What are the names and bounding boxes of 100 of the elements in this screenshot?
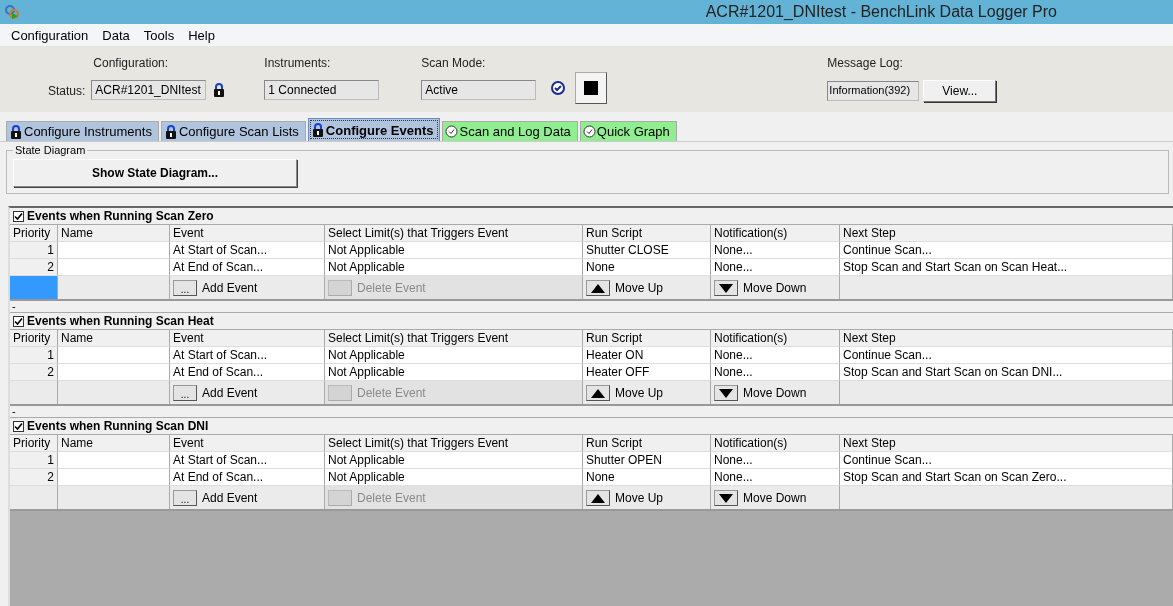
table-cell: Not Applicable [325, 469, 583, 486]
column-header: Next Step [840, 330, 1173, 347]
column-header: Run Script [583, 225, 711, 242]
instruments-field: 1 Connected [264, 80, 380, 100]
move-up-label: Move Up [615, 490, 664, 505]
move-up-button[interactable] [586, 489, 610, 506]
table-cell: Stop Scan and Start Scan on Scan Zero... [840, 469, 1173, 486]
table-cell: At End of Scan... [170, 364, 325, 381]
table-cell: Continue Scan... [840, 347, 1173, 364]
column-header: Select Limit(s) that Triggers Event [325, 330, 583, 347]
move-down-label: Move Down [743, 490, 807, 505]
table-cell: Not Applicable [325, 347, 583, 364]
column-header: Name [58, 435, 170, 452]
table-cell: Shutter OPEN [583, 452, 711, 469]
row-header: 1 [10, 452, 58, 469]
stop-button[interactable] [575, 72, 608, 104]
table-cell: At End of Scan... [170, 469, 325, 486]
table-cell: Heater OFF [583, 364, 711, 381]
move-up-button[interactable] [586, 384, 610, 401]
move-down-button[interactable] [714, 384, 738, 401]
row-header: 2 [10, 469, 58, 486]
table-cell: None... [711, 259, 840, 276]
up-triangle-icon [591, 493, 605, 503]
view-button[interactable]: View... [923, 80, 997, 102]
down-triangle-icon [719, 493, 733, 503]
delete-event-label: Delete Event [357, 385, 426, 400]
window-title: ACR#1201_DNItest - BenchLink Data Logger Pro [705, 3, 1057, 21]
column-header: Run Script [583, 435, 711, 452]
row-header: 2 [10, 364, 58, 381]
table-cell: Shutter CLOSE [583, 242, 711, 259]
move-down-label: Move Down [743, 280, 807, 295]
move-up-button[interactable] [586, 279, 610, 296]
table-cell: At Start of Scan... [170, 452, 325, 469]
column-header: Name [58, 225, 170, 242]
add-event-label: Add Event [202, 490, 258, 505]
table-cell: None... [711, 469, 840, 486]
row-header: 1 [10, 242, 58, 259]
table-cell: At Start of Scan... [170, 347, 325, 364]
table-cell: None... [711, 364, 840, 381]
column-header: Notification(s) [711, 435, 840, 452]
section-title: Events when Running Scan DNI [27, 419, 209, 433]
add-event-button[interactable]: ... [173, 279, 197, 296]
move-down-label: Move Down [743, 385, 807, 400]
menu-item[interactable]: Configuration [4, 27, 96, 43]
lock-icon [212, 83, 227, 97]
down-triangle-icon [719, 283, 733, 293]
table-cell: Heater ON [583, 347, 711, 364]
clock-icon [582, 125, 596, 138]
column-header: Event [170, 225, 325, 242]
table-cell: At Start of Scan... [170, 242, 325, 259]
column-header: Event [170, 330, 325, 347]
lock-icon [310, 123, 325, 137]
configuration-label: Configuration: [92, 56, 170, 70]
lock-icon [9, 124, 23, 139]
show-state-diagram-button[interactable]: Show State Diagram... [13, 159, 297, 187]
checkbox[interactable] [13, 315, 24, 327]
tab[interactable]: Configure Scan Lists [160, 121, 306, 141]
column-header: Name [58, 330, 170, 347]
table-cell: None [583, 469, 711, 486]
delete-event-label: Delete Event [357, 280, 426, 295]
table-cell: Not Applicable [325, 364, 583, 381]
row-header: 1 [10, 347, 58, 364]
column-header: Notification(s) [711, 330, 840, 347]
table-cell: At End of Scan... [170, 259, 325, 276]
tab[interactable]: Scan and Log Data [442, 121, 578, 141]
scan-mode-field: Active [421, 80, 537, 100]
lock-icon [163, 124, 178, 139]
column-header: Priority [10, 225, 58, 242]
row-header: 2 [10, 259, 58, 276]
checkbox[interactable] [13, 420, 24, 432]
instruments-label: Instruments: [264, 56, 332, 70]
up-triangle-icon [591, 283, 605, 293]
add-event-label: Add Event [202, 385, 258, 400]
move-down-button[interactable] [714, 279, 738, 296]
status-label: Status: [48, 84, 86, 98]
checkbox[interactable] [13, 210, 24, 222]
table-cell: Not Applicable [325, 452, 583, 469]
tab[interactable]: Quick Graph [579, 121, 677, 141]
column-header: Event [170, 435, 325, 452]
section-title: Events when Running Scan Zero [27, 209, 214, 223]
column-header: Select Limit(s) that Triggers Event [325, 435, 583, 452]
stop-icon [584, 81, 599, 95]
column-header: Notification(s) [711, 225, 840, 242]
menu-item[interactable]: Data [95, 27, 137, 43]
menu-item[interactable]: Tools [136, 27, 182, 43]
tab[interactable]: Configure Events [307, 118, 441, 141]
table-cell: None... [711, 242, 840, 259]
column-header: Next Step [840, 435, 1173, 452]
menu-item[interactable]: Help [181, 27, 222, 43]
table-cell: Not Applicable [325, 242, 583, 259]
add-event-button[interactable]: ... [173, 384, 197, 401]
move-down-button[interactable] [714, 489, 738, 506]
add-event-label: Add Event [202, 280, 258, 295]
tab[interactable]: Configure Instruments [6, 121, 159, 141]
table-cell: Stop Scan and Start Scan on Scan DNI... [840, 364, 1173, 381]
table-cell: None [583, 259, 711, 276]
configuration-field: ACR#1201_DNItest [91, 80, 207, 100]
column-header: Select Limit(s) that Triggers Event [325, 225, 583, 242]
section-title: Events when Running Scan Heat [27, 314, 214, 328]
add-event-button[interactable]: ... [173, 489, 197, 506]
